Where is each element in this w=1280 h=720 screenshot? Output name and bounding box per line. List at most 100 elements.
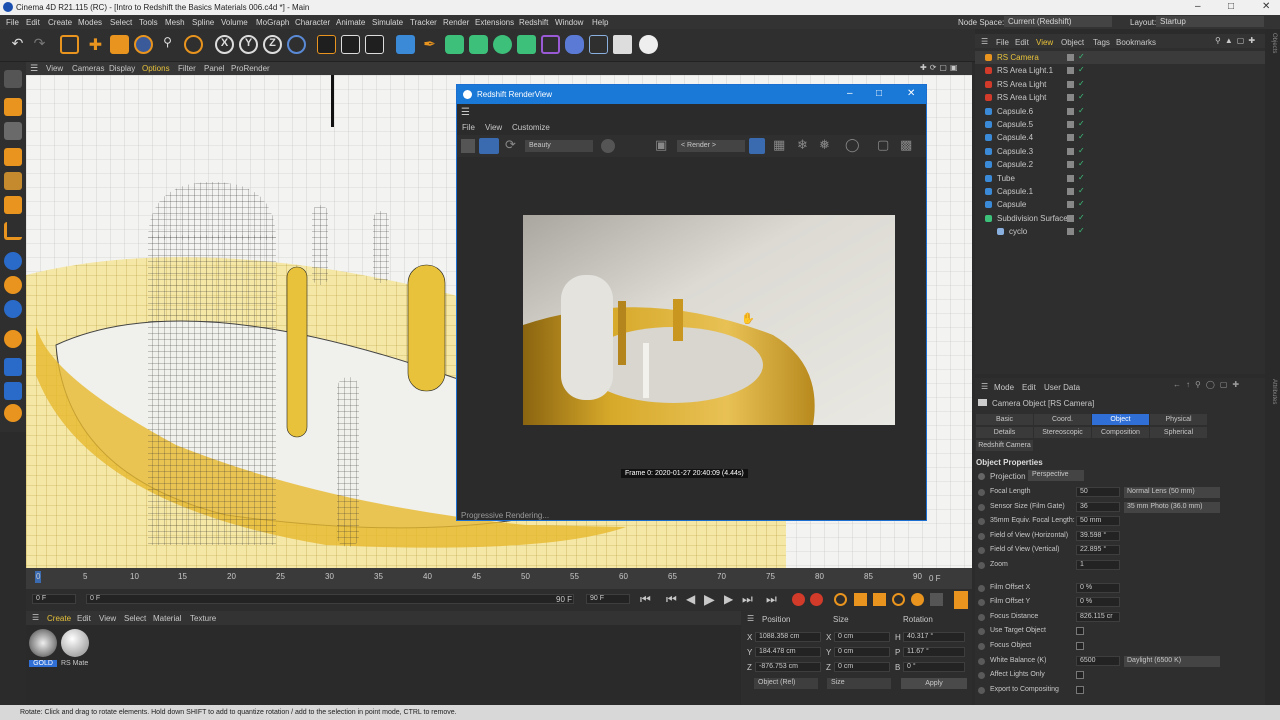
workplane-icon[interactable] bbox=[4, 300, 22, 318]
tab-stereoscopic[interactable]: Stereoscopic bbox=[1034, 427, 1091, 438]
vp-menu-panel[interactable]: Panel bbox=[204, 64, 224, 73]
visibility-toggle-icon[interactable] bbox=[1067, 67, 1074, 75]
field-icon[interactable] bbox=[565, 35, 584, 54]
camera-icon[interactable] bbox=[613, 35, 632, 54]
objmgr-menu-tags[interactable]: Tags bbox=[1093, 38, 1110, 47]
play-icon[interactable]: ▶ bbox=[704, 591, 715, 608]
mat-menu-edit[interactable]: Edit bbox=[77, 614, 91, 623]
attr-menu-userdata[interactable]: User Data bbox=[1044, 383, 1080, 392]
material-rs-mate[interactable]: RS Mate bbox=[61, 629, 91, 669]
attr-property-value[interactable]: 39.598 ° bbox=[1076, 530, 1120, 541]
recent-tools-icon[interactable]: ⚲ bbox=[158, 35, 177, 54]
texture-mode-icon[interactable] bbox=[4, 122, 22, 140]
visibility-toggle-icon[interactable] bbox=[1067, 201, 1074, 209]
subdivision-icon[interactable] bbox=[445, 35, 464, 54]
object-row[interactable]: Capsule.6 ✓ bbox=[975, 105, 1265, 118]
attr-property-value[interactable]: 0 % bbox=[1076, 597, 1120, 608]
render-to-picture-viewer-icon[interactable] bbox=[341, 35, 360, 54]
circle-tool-icon[interactable]: ◯ bbox=[845, 137, 860, 153]
mat-menu-texture[interactable]: Texture bbox=[190, 614, 216, 623]
object-row[interactable]: Capsule.1 ✓ bbox=[975, 185, 1265, 198]
attr-property-preset-select[interactable]: Daylight (6500 K) bbox=[1124, 655, 1220, 667]
rotate-icon[interactable] bbox=[134, 35, 153, 54]
cloner-icon[interactable] bbox=[469, 35, 488, 54]
keyframe-selection-icon[interactable] bbox=[834, 593, 847, 606]
attr-property-checkbox[interactable] bbox=[1076, 642, 1084, 650]
objmgr-menu-object[interactable]: Object bbox=[1061, 38, 1084, 47]
grid-view-icon[interactable]: ▦ bbox=[773, 137, 785, 153]
attr-property-value[interactable]: 826.115 cr bbox=[1076, 611, 1120, 622]
vp-menu-view[interactable]: View bbox=[46, 64, 63, 73]
attr-property-value[interactable]: 6500 bbox=[1076, 655, 1120, 666]
redshift-renderview-window[interactable]: Redshift RenderView – □ ✕ ☰ File View Cu… bbox=[456, 84, 927, 521]
material-gold[interactable]: GOLD bbox=[29, 629, 57, 669]
size-y-field[interactable]: 0 cm bbox=[834, 647, 890, 657]
object-row[interactable]: RS Area Light ✓ bbox=[975, 78, 1265, 91]
tab-redshift-camera[interactable]: Redshift Camera bbox=[976, 440, 1033, 451]
enabled-check-icon[interactable]: ✓ bbox=[1078, 199, 1085, 208]
close-icon[interactable]: ✕ bbox=[1262, 1, 1270, 12]
viewport-menu-icon[interactable]: ☰ bbox=[30, 63, 38, 74]
animate-radio-icon[interactable] bbox=[978, 503, 985, 511]
points-mode-icon[interactable] bbox=[4, 148, 22, 166]
prev-key-icon[interactable]: ⏮ bbox=[666, 592, 677, 607]
key-scale-icon[interactable] bbox=[873, 593, 886, 606]
menu-tools[interactable]: Tools bbox=[139, 18, 158, 27]
render-settings-icon[interactable] bbox=[365, 35, 384, 54]
undo-icon[interactable]: ↶ bbox=[8, 35, 27, 54]
goto-start-icon[interactable]: ⏮ bbox=[640, 592, 651, 607]
layout-select[interactable]: Startup bbox=[1156, 16, 1264, 27]
save-image-icon[interactable]: ▩ bbox=[900, 137, 912, 153]
vp-menu-options[interactable]: Options bbox=[142, 64, 170, 73]
enabled-check-icon[interactable]: ✓ bbox=[1078, 106, 1085, 115]
animate-radio-icon[interactable] bbox=[978, 518, 985, 526]
enabled-check-icon[interactable]: ✓ bbox=[1078, 159, 1085, 168]
animate-radio-icon[interactable] bbox=[978, 532, 985, 540]
object-row[interactable]: RS Area Light.1 ✓ bbox=[975, 64, 1265, 77]
menu-simulate[interactable]: Simulate bbox=[372, 18, 403, 27]
object-row[interactable]: Capsule.3 ✓ bbox=[975, 145, 1265, 158]
enabled-check-icon[interactable]: ✓ bbox=[1078, 146, 1085, 155]
objmgr-menu-file[interactable]: File bbox=[996, 38, 1009, 47]
light-icon[interactable] bbox=[639, 35, 658, 54]
enabled-check-icon[interactable]: ✓ bbox=[1078, 119, 1085, 128]
animate-radio-icon[interactable] bbox=[978, 584, 985, 592]
lock-workplane-icon[interactable] bbox=[4, 358, 22, 376]
position-z-field[interactable]: -876.753 cm bbox=[755, 662, 821, 672]
object-row[interactable]: Capsule.4 ✓ bbox=[975, 131, 1265, 144]
renderview-minimize-icon[interactable]: – bbox=[847, 88, 853, 99]
refresh-icon[interactable]: ⟳ bbox=[505, 137, 516, 153]
menu-create[interactable]: Create bbox=[48, 18, 72, 27]
visibility-toggle-icon[interactable] bbox=[1067, 188, 1074, 195]
mat-menu-view[interactable]: View bbox=[99, 614, 116, 623]
key-pla-icon[interactable] bbox=[930, 593, 943, 606]
attr-property-value[interactable]: 36 bbox=[1076, 501, 1120, 512]
projection-radio-icon[interactable] bbox=[978, 473, 985, 480]
attr-hamburger-icon[interactable]: ☰ bbox=[981, 382, 988, 391]
visibility-toggle-icon[interactable] bbox=[1067, 147, 1074, 155]
render-view-icon[interactable] bbox=[317, 35, 336, 54]
attributes-side-tab[interactable]: Attributes bbox=[1268, 379, 1277, 427]
visibility-toggle-icon[interactable] bbox=[1067, 121, 1074, 128]
floor-icon[interactable] bbox=[589, 35, 608, 54]
menu-help[interactable]: Help bbox=[592, 18, 608, 27]
mat-menu-create[interactable]: Create bbox=[47, 614, 71, 623]
menu-file[interactable]: File bbox=[6, 18, 19, 27]
visibility-toggle-icon[interactable] bbox=[1067, 134, 1074, 142]
rotation-p-field[interactable]: 11.67 ° bbox=[903, 647, 965, 657]
animate-radio-icon[interactable] bbox=[978, 672, 985, 680]
enabled-check-icon[interactable]: ✓ bbox=[1078, 213, 1085, 222]
objects-side-tab[interactable]: Objects bbox=[1268, 33, 1277, 73]
rotate-alt-icon[interactable] bbox=[184, 35, 203, 54]
object-row[interactable]: Capsule.5 ✓ bbox=[975, 118, 1265, 131]
coord-mode-select[interactable]: Object (Rel) bbox=[754, 678, 818, 689]
start-frame-field[interactable]: 0 F bbox=[32, 594, 76, 604]
animate-radio-icon[interactable] bbox=[978, 643, 985, 650]
aov-select[interactable]: Beauty bbox=[525, 140, 593, 152]
move-icon[interactable]: ✚ bbox=[86, 35, 105, 54]
menu-extensions[interactable]: Extensions bbox=[475, 18, 514, 27]
scale-icon[interactable] bbox=[110, 35, 129, 54]
attr-property-checkbox[interactable] bbox=[1076, 671, 1084, 680]
next-frame-icon[interactable]: ▶ bbox=[724, 592, 733, 606]
menu-spline[interactable]: Spline bbox=[192, 18, 214, 27]
